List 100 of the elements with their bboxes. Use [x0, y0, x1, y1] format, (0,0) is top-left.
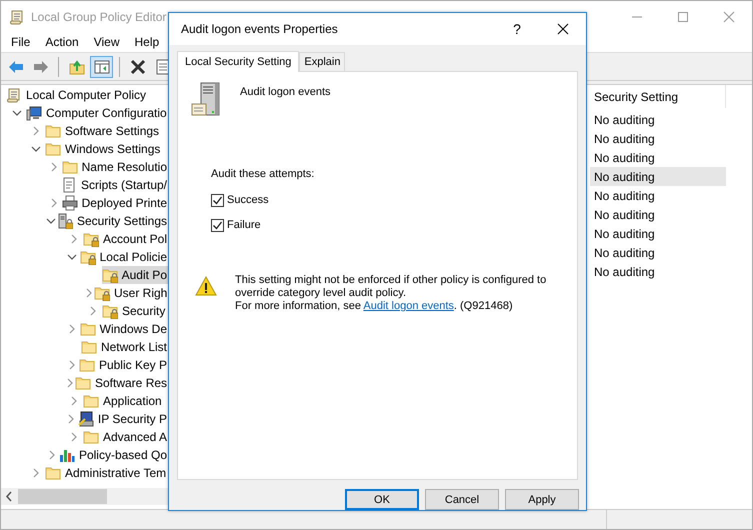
chevron-right-icon[interactable]	[31, 126, 41, 136]
chevron-right-icon[interactable]	[31, 468, 41, 478]
scrollbar-thumb[interactable]	[18, 489, 107, 504]
tree-item[interactable]: Local Computer Policy	[6, 86, 148, 104]
group-label: Audit these attempts:	[211, 168, 316, 180]
checkbox-label[interactable]: Failure	[227, 219, 261, 232]
delete-icon	[128, 58, 146, 76]
checkbox[interactable]	[211, 194, 224, 207]
folder-icon	[45, 465, 61, 481]
up-folder-icon	[68, 58, 86, 76]
pane-icon	[92, 58, 110, 76]
chevron-down-icon[interactable]	[67, 252, 78, 262]
chevron-right-icon[interactable]	[65, 378, 75, 388]
close-icon	[557, 22, 569, 35]
menu-item[interactable]: View	[88, 33, 126, 51]
menu-item[interactable]: Help	[128, 33, 166, 51]
tree-item[interactable]: Audit Po	[102, 266, 169, 284]
list-cell[interactable]: No auditing	[590, 129, 726, 148]
list-cell[interactable]: No auditing	[590, 205, 726, 224]
scroll-icon	[9, 8, 25, 24]
folder-icon	[62, 159, 78, 175]
locked-folder-icon	[102, 267, 118, 283]
chevron-right-icon[interactable]	[66, 360, 77, 370]
tab[interactable]: Explain	[299, 52, 346, 71]
maximize-icon	[677, 10, 689, 22]
server-lock-icon	[56, 213, 73, 229]
folder-icon	[80, 339, 97, 355]
policy-name: Audit logon events	[240, 86, 331, 98]
warning-text: This setting might not be enforced if other policy is configured to override category level audit policy.	[235, 274, 548, 300]
toolbar-button[interactable]	[90, 56, 113, 78]
chevron-right-icon[interactable]	[66, 414, 76, 424]
tree-item[interactable]: Application	[83, 392, 164, 410]
tree-item[interactable]: Windows Settings	[45, 140, 162, 158]
tree-item[interactable]: Local Policie	[80, 248, 169, 266]
tree-item[interactable]: Administrative Tem	[45, 464, 168, 482]
tree-item[interactable]: Computer Configuratio	[26, 104, 169, 122]
list-cell[interactable]: No auditing	[590, 110, 726, 129]
chevron-right-icon[interactable]	[69, 396, 79, 406]
folder-icon	[83, 393, 99, 409]
chevron-right-icon[interactable]	[48, 198, 59, 208]
locked-folder-icon	[94, 285, 110, 301]
locked-folder-icon	[102, 303, 118, 319]
tree-item[interactable]: Security Settings	[56, 212, 169, 230]
tree-item[interactable]: Name Resolutio	[62, 158, 169, 176]
computer-icon	[26, 105, 42, 121]
dialog-button[interactable]: OK	[345, 489, 419, 510]
checkbox-label[interactable]: Success	[227, 194, 269, 206]
tab[interactable]: Local Security Setting	[177, 50, 300, 72]
document-icon	[60, 177, 77, 193]
tree-item[interactable]: Software Res	[75, 374, 169, 392]
list-cell[interactable]: No auditing	[590, 243, 726, 262]
tree-item[interactable]: Public Key P	[78, 356, 169, 374]
tree-item[interactable]: Policy-based Qo	[58, 446, 169, 464]
folder-icon	[75, 375, 91, 391]
chevron-right-icon[interactable]	[84, 288, 94, 298]
folder-icon	[82, 429, 99, 445]
tree-item[interactable]: Network List	[80, 338, 169, 356]
menu-item[interactable]: File	[5, 33, 36, 51]
chevron-right-icon[interactable]	[68, 234, 79, 244]
chevron-down-icon[interactable]	[31, 144, 41, 154]
tree-item[interactable]: Deployed Printe	[62, 194, 169, 212]
dialog-button[interactable]: Cancel	[425, 489, 499, 510]
printer-icon	[62, 195, 78, 211]
chevron-down-icon[interactable]	[46, 216, 56, 226]
column-header[interactable]: Security Setting	[590, 85, 726, 108]
tree-item[interactable]: Security	[102, 302, 168, 320]
chevron-right-icon[interactable]	[68, 432, 79, 442]
warning-icon	[195, 276, 217, 296]
bar-chart-icon	[58, 447, 75, 463]
chevron-right-icon[interactable]	[47, 450, 58, 460]
info-text: For more information, see Audit logon events. (Q921468)	[235, 300, 514, 313]
chevron-right-icon[interactable]	[48, 162, 59, 172]
list-cell[interactable]: No auditing	[590, 148, 726, 167]
list-cell[interactable]: No auditing	[590, 224, 726, 243]
list-cell[interactable]: No auditing	[590, 186, 726, 205]
list-cell[interactable]: No auditing	[590, 167, 726, 186]
chevron-right-icon[interactable]	[67, 324, 78, 334]
help-link[interactable]: Audit logon events	[363, 300, 454, 312]
tree-item[interactable]: Account Pol	[82, 230, 169, 248]
tree-item[interactable]: Software Settings	[45, 122, 162, 140]
folder-icon	[45, 123, 61, 139]
folder-icon	[45, 141, 61, 157]
chevron-right-icon[interactable]	[88, 306, 98, 316]
dialog-button[interactable]: Apply	[505, 489, 579, 510]
tree-item[interactable]: IP Security P	[78, 410, 169, 428]
menu-item[interactable]: Action	[39, 33, 85, 51]
tree-item[interactable]: User Righ	[94, 284, 169, 302]
tree-item[interactable]: Scripts (Startup/	[60, 176, 169, 194]
tree-item[interactable]: Windows De	[80, 320, 169, 338]
help-button[interactable]: ?	[494, 14, 540, 44]
locked-folder-icon	[82, 231, 99, 247]
monitor-key-icon	[78, 411, 94, 427]
chevron-down-icon[interactable]	[12, 108, 22, 118]
locked-folder-icon	[80, 249, 96, 265]
dialog-title: Audit logon events Properties	[181, 22, 339, 36]
tree-item[interactable]: Advanced A	[82, 428, 169, 446]
window-title: Local Group Policy Editor	[31, 10, 168, 24]
close-icon	[723, 10, 735, 22]
checkbox[interactable]	[211, 218, 224, 232]
list-cell[interactable]: No auditing	[590, 262, 726, 281]
